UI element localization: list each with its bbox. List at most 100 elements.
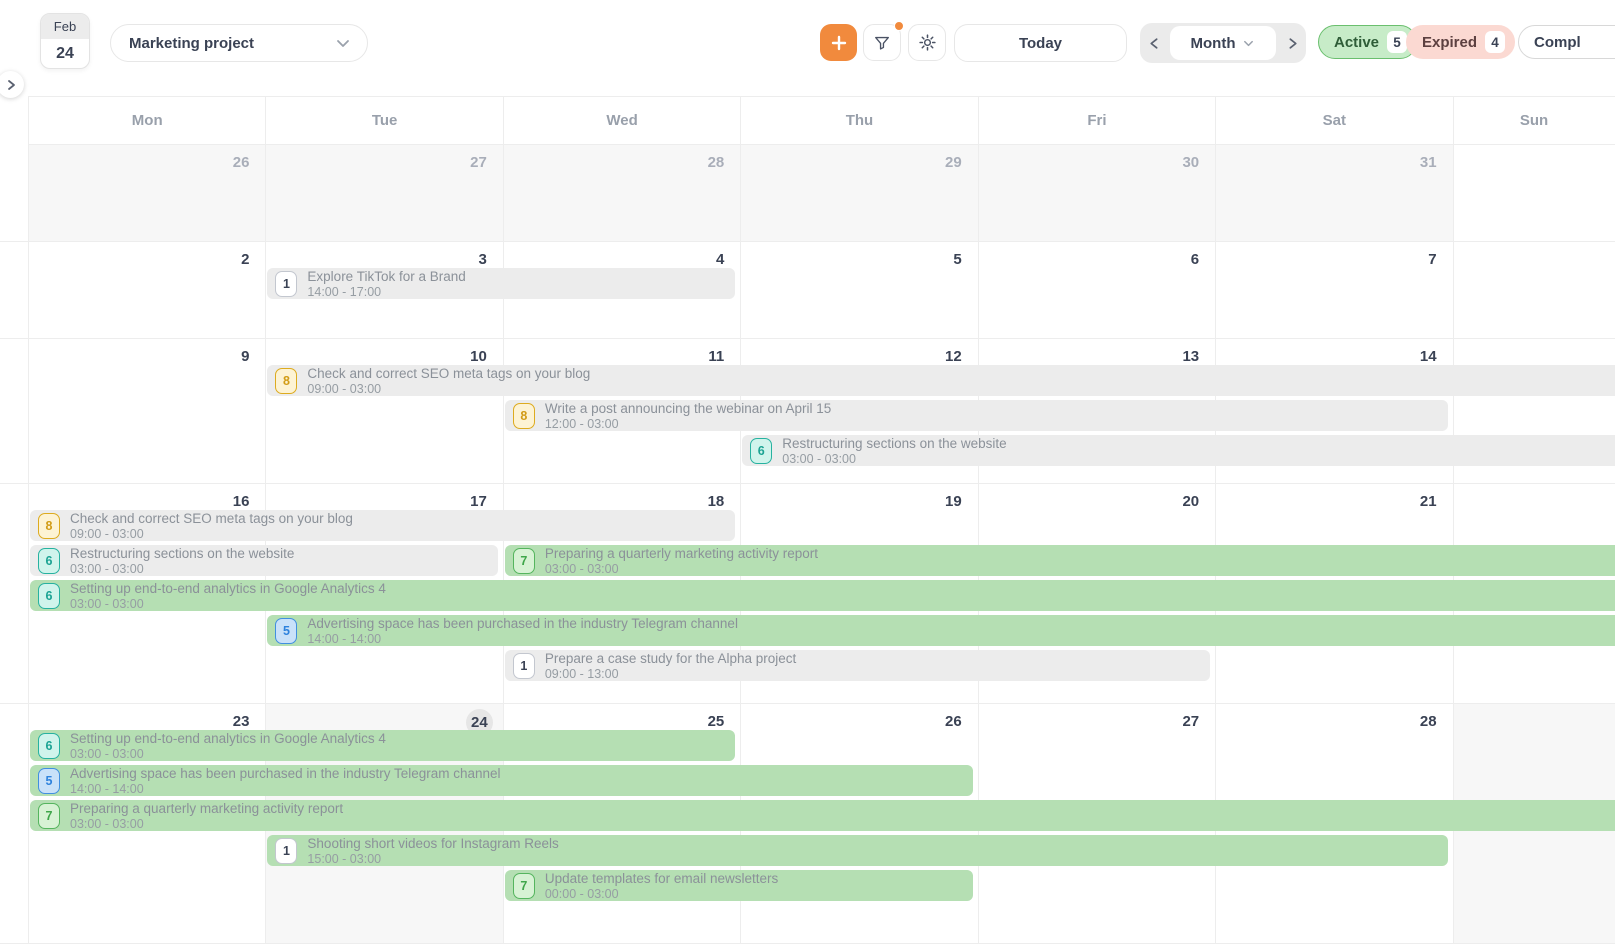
filter-pill-completed-label: Compl (1534, 34, 1581, 51)
filter-notification-dot (894, 21, 904, 31)
event-bar[interactable]: 1 Shooting short videos for Instagram Ree… (267, 835, 1447, 866)
event-count-badge: 6 (750, 438, 772, 464)
sidebar-expand-button[interactable] (0, 71, 24, 98)
day-of-week-header: MonTueWedThuFriSatSun (28, 96, 1615, 145)
calendar-app: { "toolbar": { "mini_date": { "month": "… (0, 0, 1615, 937)
event-title: Advertising space has been purchased in … (307, 616, 738, 632)
day-cell[interactable]: 27 (265, 145, 502, 241)
event-count-badge: 5 (38, 768, 60, 794)
event-bar[interactable]: 6Restructuring sections on the website03… (30, 545, 498, 576)
event-bar[interactable]: 1Prepare a case study for the Alpha proj… (505, 650, 1210, 681)
event-title: Explore TikTok for a Brand (307, 269, 465, 285)
date-number: 4 (716, 251, 724, 268)
event-count-badge: 1 (275, 271, 297, 297)
day-cell[interactable]: 9 (28, 339, 265, 483)
day-cell[interactable]: 29 (740, 145, 977, 241)
day-cell[interactable]: 7 (1215, 242, 1452, 338)
date-number: 23 (233, 713, 250, 730)
event-count-badge: 1 (275, 838, 297, 864)
event-time: 09:00 - 03:00 (70, 527, 353, 541)
event-text: Setting up end-to-end analytics in Googl… (70, 581, 386, 611)
event-title: Check and correct SEO meta tags on your … (70, 511, 353, 527)
event-text: Advertising space has been purchased in … (307, 616, 738, 646)
event-bar[interactable]: 8Check and correct SEO meta tags on your… (30, 510, 735, 541)
date-number: 25 (708, 713, 725, 730)
filter-pill-completed[interactable]: Compl (1518, 25, 1615, 59)
filter-pill-active[interactable]: Active 5 (1318, 25, 1417, 59)
event-bar[interactable]: 6Setting up end-to-end analytics in Goog… (30, 730, 735, 761)
event-bar[interactable]: 7Update templates for email newsletters0… (505, 870, 973, 901)
day-header-sun: Sun (1453, 97, 1615, 144)
day-cell[interactable]: 10 (265, 339, 502, 483)
plus-icon (830, 34, 848, 52)
view-mode-select[interactable]: Month (1170, 26, 1276, 60)
day-header-mon: Mon (28, 97, 265, 144)
day-header-fri: Fri (978, 97, 1215, 144)
date-number: 27 (470, 154, 487, 171)
day-cell[interactable]: 5 (740, 242, 977, 338)
date-number: 29 (945, 154, 962, 171)
date-number: 31 (1420, 154, 1437, 171)
date-number: 18 (708, 493, 725, 510)
event-count-badge: 8 (513, 403, 535, 429)
event-time: 14:00 - 17:00 (307, 285, 465, 299)
event-bar[interactable]: 8Check and correct SEO meta tags on your… (267, 365, 1615, 396)
date-number: 7 (1428, 251, 1436, 268)
date-number: 9 (241, 348, 249, 365)
settings-button[interactable] (908, 24, 946, 61)
day-header-sat: Sat (1215, 97, 1452, 144)
event-count-badge: 5 (275, 618, 297, 644)
event-bar[interactable]: 7Preparing a quarterly marketing activit… (505, 545, 1615, 576)
event-text: Restructuring sections on the website03:… (70, 546, 294, 576)
event-text: Explore TikTok for a Brand14:00 - 17:00 (307, 269, 465, 299)
day-cell[interactable]: 8 (1453, 242, 1615, 338)
event-text: Check and correct SEO meta tags on your … (70, 511, 353, 541)
day-header-tue: Tue (265, 97, 502, 144)
project-select[interactable]: Marketing project (110, 24, 368, 62)
day-cell[interactable]: 6 (978, 242, 1215, 338)
date-number: 27 (1182, 713, 1199, 730)
date-number: 5 (953, 251, 961, 268)
event-time: 14:00 - 14:00 (70, 782, 501, 796)
event-text: Update templates for email newsletters00… (545, 871, 778, 901)
event-title: Write a post announcing the webinar on A… (545, 401, 831, 417)
event-time: 03:00 - 03:00 (70, 562, 294, 576)
event-text: Prepare a case study for the Alpha proje… (545, 651, 796, 681)
day-cell[interactable]: 26 (28, 145, 265, 241)
day-cell[interactable]: 28 (503, 145, 740, 241)
date-number: 2 (241, 251, 249, 268)
filter-pill-expired[interactable]: Expired 4 (1406, 25, 1515, 59)
event-time: 03:00 - 03:00 (70, 747, 386, 761)
chevron-down-icon (335, 35, 351, 51)
event-bar[interactable]: 1 Explore TikTok for a Brand14:00 - 17:00 (267, 268, 735, 299)
day-cell[interactable]: 30 (978, 145, 1215, 241)
mini-date-widget: Feb 24 (40, 13, 90, 69)
event-time: 03:00 - 03:00 (545, 562, 818, 576)
event-bar[interactable]: 5 Advertising space has been purchased in… (267, 615, 1615, 646)
event-bar[interactable]: 6 Restructuring sections on the website03… (742, 435, 1615, 466)
day-cell[interactable]: 31 (1215, 145, 1452, 241)
day-cell[interactable]: 2 (28, 242, 265, 338)
event-bar[interactable]: 8 Write a post announcing the webinar on … (505, 400, 1448, 431)
event-bar[interactable]: 6 Setting up end-to-end analytics in Goog… (30, 580, 1615, 611)
date-number: 28 (1420, 713, 1437, 730)
add-event-button[interactable] (820, 24, 857, 61)
event-text: Shooting short videos for Instagram Reel… (307, 836, 558, 866)
event-text: Preparing a quarterly marketing activity… (70, 801, 343, 831)
date-number: 26 (945, 713, 962, 730)
date-number: 19 (945, 493, 962, 510)
filter-pill-active-label: Active (1334, 34, 1379, 51)
date-number: 12 (945, 348, 962, 365)
event-time: 03:00 - 03:00 (782, 452, 1006, 466)
previous-period-button[interactable] (1140, 37, 1168, 50)
event-bar[interactable]: 7Preparing a quarterly marketing activit… (30, 800, 1615, 831)
today-button[interactable]: Today (954, 24, 1127, 62)
date-number: 17 (470, 493, 487, 510)
event-count-badge: 6 (38, 583, 60, 609)
event-bar[interactable]: 5Advertising space has been purchased in… (30, 765, 973, 796)
event-text: Preparing a quarterly marketing activity… (545, 546, 818, 576)
next-period-button[interactable] (1278, 37, 1306, 50)
day-cell[interactable]: 1 (1453, 145, 1615, 241)
filter-button[interactable] (863, 24, 901, 61)
event-text: Restructuring sections on the website03:… (782, 436, 1006, 466)
